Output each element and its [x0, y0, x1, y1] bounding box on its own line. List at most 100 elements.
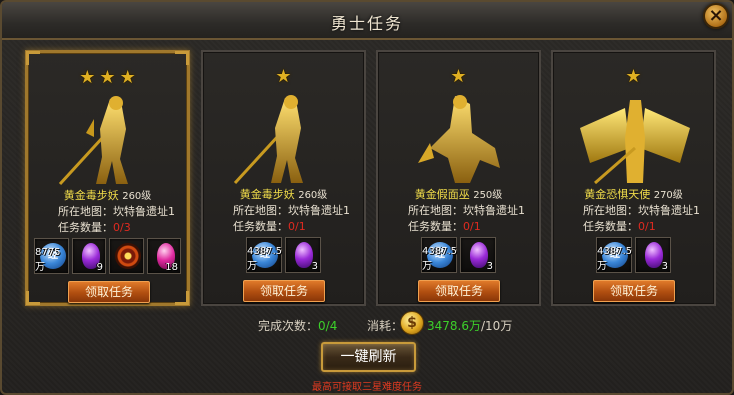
reward-slot[interactable]: 经 4387.5万: [421, 237, 457, 273]
monster-name: 黄金恐惧天使: [584, 188, 651, 201]
reward-slots: 经 8775万 9 18: [34, 238, 181, 274]
map-value: 坎特鲁遗址1: [113, 205, 175, 218]
count-label: 任务数量：: [233, 220, 288, 233]
purple-gem-icon: [470, 242, 488, 268]
card-corner-ornament: [175, 51, 189, 65]
purple-gem-icon: [645, 242, 663, 268]
monster-portrait: [58, 96, 128, 186]
map-line: 所在地图：坎特鲁遗址1: [408, 202, 525, 218]
cost-label: 消耗：: [367, 319, 404, 333]
reward-slot[interactable]: 9: [71, 238, 106, 274]
cost-total: /10万: [481, 319, 513, 333]
monster-name: 黄金毒步妖: [239, 188, 295, 201]
map-label: 所在地图：: [408, 204, 463, 217]
title-bar: 勇士任务: [2, 2, 732, 40]
warrior-quest-window: 勇士任务 × ★ ★ ★ 黄金毒步妖 260级 所在地图：坎特鲁遗址1 任务数量：0…: [0, 0, 734, 395]
monster-portrait: [233, 95, 303, 185]
reward-slot[interactable]: 经 4387.5万: [246, 237, 282, 273]
reward-slot[interactable]: 3: [635, 237, 671, 273]
map-line: 所在地图：坎特鲁遗址1: [233, 202, 350, 218]
quest-card-3[interactable]: ★ 黄金假面巫 250级 所在地图：坎特鲁遗址1 任务数量：0/1 经 4387.…: [376, 50, 541, 306]
monster-name: 黄金假面巫: [414, 188, 470, 201]
monster-level: 270级: [653, 190, 683, 201]
reward-slots: 经 4387.5万 3: [209, 237, 358, 273]
reward-slot[interactable]: 经 4387.5万: [596, 237, 632, 273]
reward-qty: 9: [96, 262, 103, 273]
star-icon: ★: [79, 67, 96, 88]
fire-eye-icon: [115, 243, 141, 269]
monster-title: 黄金假面巫 250级: [378, 186, 539, 202]
map-line: 所在地图：坎特鲁遗址1: [583, 202, 700, 218]
cost-amount: 3478.6万/10万: [427, 317, 512, 334]
count-line: 任务数量：0/1: [408, 218, 481, 234]
map-label: 所在地图：: [233, 204, 288, 217]
difficulty-stars: ★ ★ ★: [28, 67, 187, 88]
map-value: 坎特鲁遗址1: [288, 204, 350, 217]
reward-qty: 4387.5万: [247, 246, 282, 272]
reward-qty: 4387.5万: [597, 246, 632, 272]
map-label: 所在地图：: [583, 204, 638, 217]
card-corner-ornament: [175, 291, 189, 305]
monster-portrait: [418, 95, 500, 183]
count-value: 0/1: [463, 220, 481, 233]
star-icon: ★: [450, 66, 467, 87]
gold-coin-icon: $: [400, 311, 424, 335]
card-corner-ornament: [26, 291, 40, 305]
count-line: 任务数量：0/1: [583, 218, 656, 234]
difficulty-stars: ★: [203, 66, 364, 87]
reward-qty: 3: [661, 261, 668, 272]
close-button[interactable]: ×: [703, 3, 729, 29]
map-line: 所在地图：坎特鲁遗址1: [58, 203, 175, 219]
cost-current: 3478.6万: [427, 319, 481, 333]
claim-quest-button[interactable]: 领取任务: [418, 280, 500, 302]
claim-quest-button[interactable]: 领取任务: [68, 281, 150, 303]
monster-portrait: [580, 100, 690, 185]
count-label: 任务数量：: [58, 221, 113, 234]
reward-slots: 经 4387.5万 3: [384, 237, 533, 273]
count-line: 任务数量：0/3: [58, 219, 131, 235]
reward-slots: 经 4387.5万 3: [559, 237, 708, 273]
count-value: 0/1: [288, 220, 306, 233]
map-label: 所在地图：: [58, 205, 113, 218]
star-icon: ★: [625, 66, 642, 87]
window-title: 勇士任务: [330, 14, 403, 33]
reward-qty: 18: [165, 262, 178, 273]
completed-value: 0/4: [318, 319, 338, 333]
reward-qty: 8775万: [35, 247, 61, 273]
reward-slot[interactable]: [109, 238, 144, 274]
count-line: 任务数量：0/1: [233, 218, 306, 234]
reward-qty: 3: [311, 261, 318, 272]
monster-level: 260级: [298, 190, 328, 201]
claim-quest-button[interactable]: 领取任务: [593, 280, 675, 302]
monster-level: 250级: [473, 190, 503, 201]
count-label: 任务数量：: [408, 220, 463, 233]
monster-level: 260级: [122, 191, 152, 202]
star-icon: ★: [275, 66, 292, 87]
monster-title: 黄金毒步妖 260级: [28, 187, 187, 203]
completed-label: 完成次数：: [258, 319, 319, 333]
completed-count: 完成次数：0/4: [258, 317, 337, 334]
max-difficulty-hint: 最高可接取三星难度任务: [312, 382, 422, 393]
reward-qty: 4387.5万: [422, 246, 457, 272]
monster-name: 黄金毒步妖: [63, 189, 119, 202]
one-click-refresh-button[interactable]: 一键刷新: [321, 342, 416, 372]
reward-slot[interactable]: 3: [285, 237, 321, 273]
quest-card-4[interactable]: ★ 黄金恐惧天使 270级 所在地图：坎特鲁遗址1 任务数量：0/1 经 4387…: [551, 50, 716, 306]
monster-title: 黄金恐惧天使 270级: [553, 186, 714, 202]
reward-qty: 3: [486, 261, 493, 272]
count-value: 0/1: [638, 220, 656, 233]
star-icon: ★: [99, 67, 116, 88]
difficulty-stars: ★: [553, 66, 714, 87]
claim-quest-button[interactable]: 领取任务: [243, 280, 325, 302]
star-icon: ★: [119, 67, 136, 88]
reward-slot[interactable]: 经 8775万: [34, 238, 69, 274]
quest-card-2[interactable]: ★ 黄金毒步妖 260级 所在地图：坎特鲁遗址1 任务数量：0/1 经 4387.…: [201, 50, 366, 306]
count-label: 任务数量：: [583, 220, 638, 233]
reward-slot[interactable]: 3: [460, 237, 496, 273]
monster-title: 黄金毒步妖 260级: [203, 186, 364, 202]
map-value: 坎特鲁遗址1: [463, 204, 525, 217]
map-value: 坎特鲁遗址1: [638, 204, 700, 217]
purple-gem-icon: [295, 242, 313, 268]
quest-card-1[interactable]: ★ ★ ★ 黄金毒步妖 260级 所在地图：坎特鲁遗址1 任务数量：0/3 经 877…: [25, 50, 190, 306]
reward-slot[interactable]: 18: [146, 238, 181, 274]
